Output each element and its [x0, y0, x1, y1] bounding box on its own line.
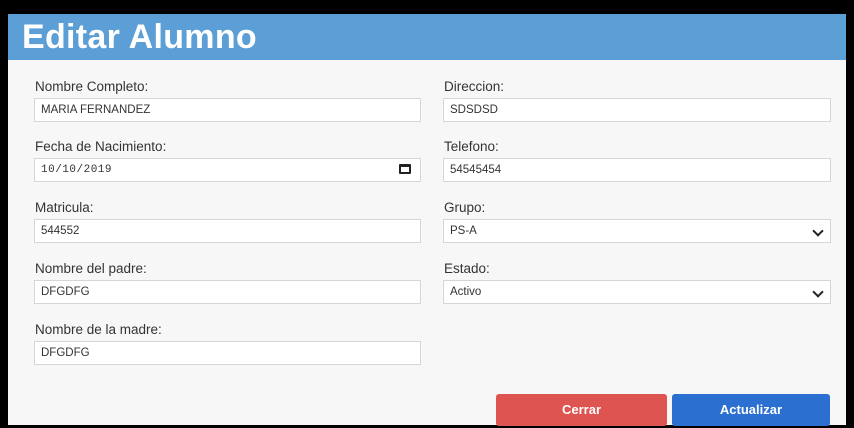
fecha-nacimiento-value: 10/10/2019	[41, 164, 113, 176]
estado-value: Activo	[450, 286, 482, 298]
grupo-value: PS-A	[450, 225, 477, 237]
modal-header: Editar Alumno	[8, 14, 846, 60]
fecha-nacimiento-label: Fecha de Nacimiento:	[35, 139, 167, 154]
fecha-nacimiento-input[interactable]: 10/10/2019	[34, 158, 421, 182]
chevron-down-icon	[812, 225, 824, 237]
telefono-label: Telefono:	[444, 139, 499, 154]
chevron-down-icon	[812, 286, 824, 298]
modal-title: Editar Alumno	[22, 18, 257, 56]
nombre-padre-input[interactable]: DFGDFG	[34, 280, 421, 304]
matricula-input[interactable]: 544552	[34, 219, 421, 243]
nombre-padre-label: Nombre del padre:	[35, 261, 147, 276]
cerrar-button[interactable]: Cerrar	[496, 394, 667, 426]
direccion-input[interactable]: SDSDSD	[443, 98, 831, 122]
nombre-madre-label: Nombre de la madre:	[35, 322, 162, 337]
nombre-completo-label: Nombre Completo:	[35, 79, 149, 94]
estado-select[interactable]: Activo	[443, 280, 831, 304]
calendar-icon[interactable]	[399, 164, 411, 174]
nombre-madre-input[interactable]: DFGDFG	[34, 341, 421, 365]
estado-label: Estado:	[444, 261, 490, 276]
nombre-completo-input[interactable]: MARIA FERNANDEZ	[34, 98, 421, 122]
grupo-select[interactable]: PS-A	[443, 219, 831, 243]
grupo-label: Grupo:	[444, 200, 486, 215]
direccion-label: Direccion:	[444, 79, 505, 94]
matricula-label: Matricula:	[35, 200, 94, 215]
telefono-input[interactable]: 54545454	[443, 158, 831, 182]
actualizar-button[interactable]: Actualizar	[672, 394, 830, 426]
edit-student-modal: Editar Alumno Nombre Completo: MARIA FER…	[8, 8, 846, 426]
